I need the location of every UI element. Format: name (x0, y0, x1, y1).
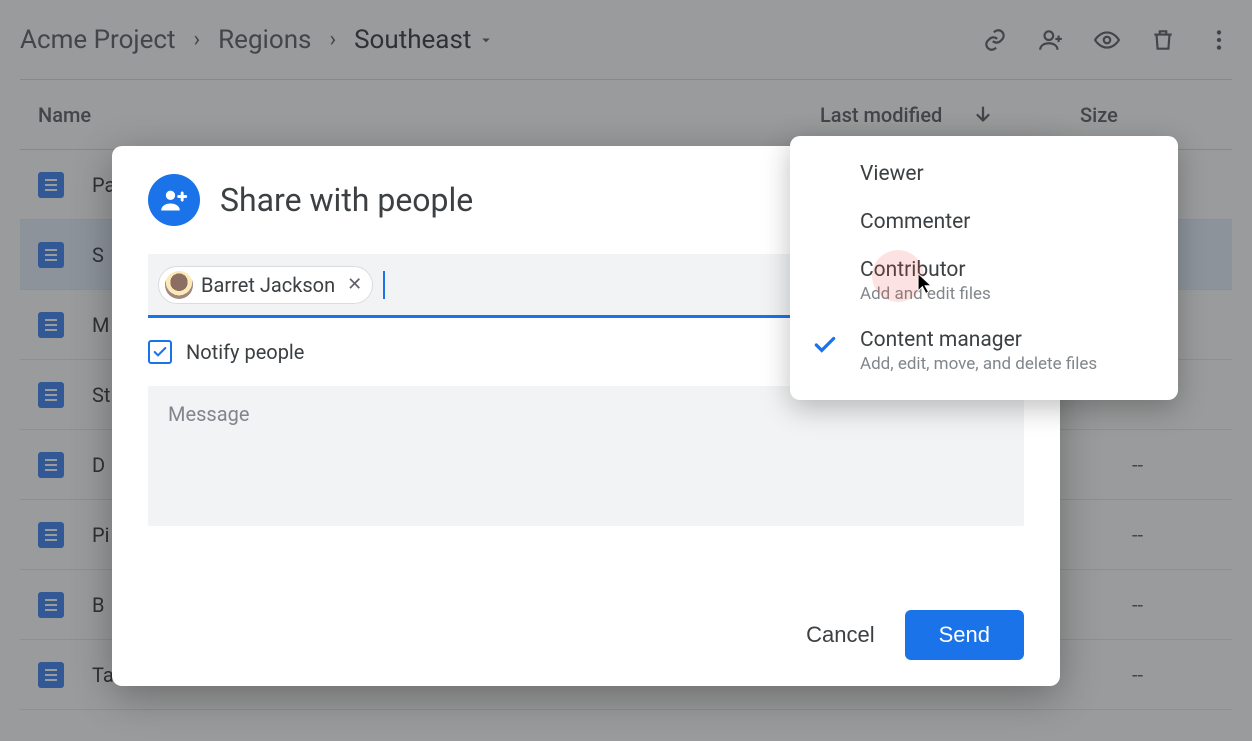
role-option[interactable]: Viewer (790, 150, 1178, 198)
person-chip[interactable]: Barret Jackson ✕ (158, 266, 373, 304)
role-label: Contributor (860, 258, 965, 282)
check-icon (812, 332, 838, 364)
send-button[interactable]: Send (905, 610, 1024, 660)
role-option[interactable]: ContributorAdd and edit files (790, 246, 1178, 316)
role-label: Viewer (860, 162, 924, 186)
cancel-button[interactable]: Cancel (806, 622, 874, 648)
cursor-icon (916, 272, 934, 296)
role-sublabel: Add, edit, move, and delete files (860, 354, 1097, 374)
dialog-title: Share with people (220, 181, 473, 219)
role-option[interactable]: Content managerAdd, edit, move, and dele… (790, 316, 1178, 386)
chip-label: Barret Jackson (201, 273, 335, 297)
role-label: Commenter (860, 210, 970, 234)
role-dropdown-menu: Viewer Commenter ContributorAdd and edit f… (790, 136, 1178, 400)
notify-checkbox[interactable] (148, 340, 172, 364)
role-option[interactable]: Commenter (790, 198, 1178, 246)
message-input[interactable]: Message (148, 386, 1024, 526)
check-icon (152, 344, 168, 360)
dialog-actions: Cancel Send (806, 610, 1024, 660)
role-label: Content manager (860, 328, 1022, 352)
person-add-icon (148, 174, 200, 226)
notify-label: Notify people (186, 340, 304, 364)
text-caret (383, 271, 385, 299)
avatar-icon (165, 271, 193, 299)
chip-remove-icon[interactable]: ✕ (343, 274, 362, 295)
